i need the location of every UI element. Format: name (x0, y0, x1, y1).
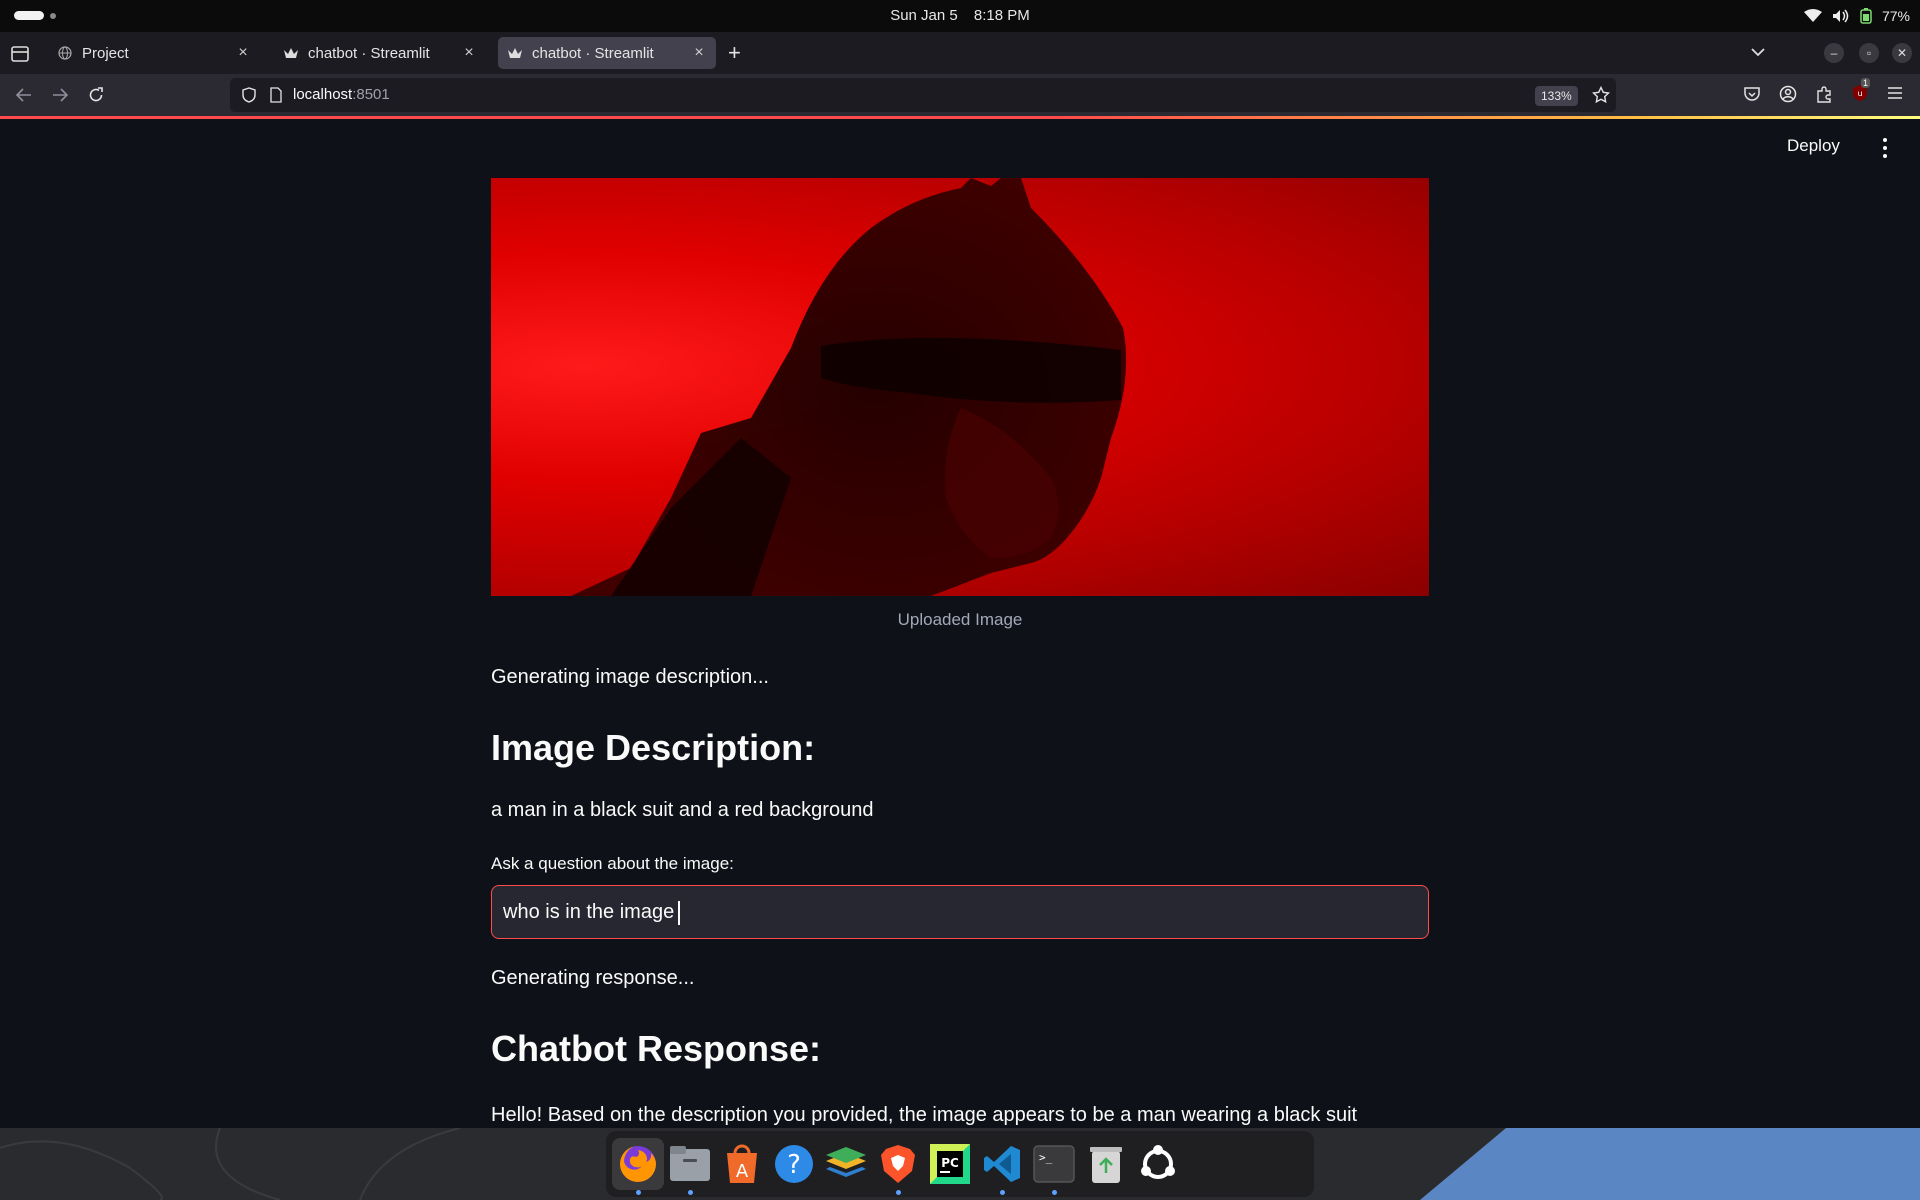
vscode-icon (984, 1146, 1020, 1182)
back-button[interactable] (14, 85, 34, 105)
bookmark-star-icon[interactable] (1592, 86, 1610, 104)
wifi-icon (1803, 9, 1822, 22)
volume-icon (1832, 9, 1849, 23)
url-port: :8501 (352, 86, 390, 103)
arrow-right-icon (53, 88, 68, 102)
extension-badge-count: 1 (1861, 78, 1871, 88)
help-icon: ? (775, 1145, 813, 1183)
status-generating-description: Generating image description... (491, 666, 769, 688)
page-info-icon[interactable] (270, 87, 282, 103)
dock-files[interactable] (664, 1138, 716, 1195)
dock-brave[interactable] (872, 1138, 924, 1195)
svg-text:?: ? (787, 1150, 801, 1180)
battery-icon (1860, 8, 1872, 24)
dock-help[interactable]: ? (768, 1138, 820, 1190)
url-text[interactable]: localhost:8501 (293, 78, 390, 112)
dock-trash[interactable] (1080, 1138, 1132, 1190)
globe-icon (58, 46, 72, 60)
tab-label: Project (82, 44, 129, 62)
streamlit-running-bar (0, 116, 1920, 119)
ublock-extension-button[interactable]: u 1 (1850, 78, 1871, 103)
text-caret (678, 900, 681, 925)
browser-tab-strip: Project × chatbot · Streamlit × chatbot … (0, 32, 1920, 74)
ubuntu-icon (1141, 1145, 1175, 1179)
hamburger-menu-icon[interactable] (1886, 85, 1904, 101)
firefox-view-icon[interactable] (10, 44, 30, 64)
chatbot-response-text: Hello! Based on the description you prov… (491, 1104, 1358, 1126)
brave-icon (881, 1145, 915, 1183)
clock[interactable]: Sun Jan 5 8:18 PM (0, 0, 1920, 32)
dock: A ? PC >_ (606, 1131, 1314, 1197)
question-input[interactable]: who is in the image (491, 885, 1429, 939)
pycharm-icon: PC (930, 1144, 970, 1184)
wallpaper-blue-shape (1420, 1128, 1920, 1200)
browser-nav-bar: localhost:8501 133% u 1 (0, 74, 1920, 116)
dock-layers-app[interactable] (820, 1138, 872, 1190)
forward-button[interactable] (50, 85, 70, 105)
dock-pycharm[interactable]: PC (924, 1138, 976, 1190)
dock-show-apps[interactable] (1132, 1138, 1184, 1190)
zoom-level-badge[interactable]: 133% (1535, 86, 1578, 106)
image-description-text: a man in a black suit and a red backgrou… (491, 799, 874, 821)
system-tray[interactable]: 77% (1803, 0, 1910, 32)
terminal-icon: >_ (1033, 1145, 1075, 1183)
chatbot-response-heading: Chatbot Response: (491, 1028, 822, 1069)
dock-vscode[interactable] (976, 1138, 1028, 1195)
question-input-value: who is in the image (503, 901, 675, 923)
dock-terminal[interactable]: >_ (1028, 1138, 1080, 1195)
url-bar[interactable]: localhost:8501 133% (230, 78, 1616, 112)
close-window-button[interactable]: ✕ (1892, 43, 1912, 63)
svg-text:A: A (736, 1161, 749, 1182)
shield-icon[interactable] (242, 87, 256, 103)
chevron-down-icon[interactable] (1750, 46, 1766, 58)
deploy-button[interactable]: Deploy (1787, 136, 1840, 156)
svg-text:u: u (1857, 89, 1862, 98)
url-host: localhost (293, 86, 353, 103)
tab-label: chatbot · Streamlit (532, 44, 654, 62)
trash-icon (1090, 1147, 1122, 1183)
minimize-window-button[interactable]: – (1824, 43, 1844, 63)
silhouette-figure-image (571, 178, 1127, 596)
app-center-icon: A (727, 1144, 757, 1183)
close-tab-icon[interactable]: × (462, 44, 476, 62)
clock-date: Sun Jan 5 (890, 7, 958, 24)
dock-firefox[interactable] (612, 1138, 664, 1195)
tab-label: chatbot · Streamlit (308, 44, 430, 62)
new-tab-button[interactable]: + (728, 42, 741, 64)
pocket-icon[interactable] (1743, 85, 1761, 103)
restore-window-button[interactable]: ▫ (1859, 43, 1879, 63)
files-icon (670, 1146, 710, 1181)
wallpaper-curves (0, 1128, 461, 1200)
battery-percent: 77% (1881, 8, 1910, 24)
image-description-heading: Image Description: (491, 727, 816, 768)
reload-icon (89, 87, 103, 102)
close-tab-icon[interactable]: × (692, 44, 706, 62)
layers-icon (826, 1147, 866, 1177)
streamlit-crown-icon (508, 46, 522, 60)
streamlit-crown-icon (284, 46, 298, 60)
app-main-column: Uploaded Image Generating image descript… (491, 178, 1429, 1127)
extensions-puzzle-icon[interactable] (1815, 85, 1833, 103)
svg-text:>_: >_ (1039, 1151, 1053, 1164)
tab-chatbot-1[interactable]: chatbot · Streamlit × (274, 37, 486, 69)
close-tab-icon[interactable]: × (236, 44, 250, 62)
svg-text:PC: PC (941, 1156, 959, 1170)
image-caption: Uploaded Image (897, 610, 1023, 629)
arrow-left-icon (16, 88, 31, 102)
uploaded-image (491, 178, 1429, 596)
main-menu-button[interactable] (1882, 138, 1888, 158)
account-icon[interactable] (1779, 85, 1797, 103)
dock-app-center[interactable]: A (716, 1138, 768, 1190)
tab-project[interactable]: Project × (48, 37, 260, 69)
system-top-bar: Sun Jan 5 8:18 PM 77% (0, 0, 1920, 32)
status-generating-response: Generating response... (491, 967, 695, 989)
clock-time: 8:18 PM (973, 7, 1030, 24)
question-input-label: Ask a question about the image: (491, 854, 734, 873)
reload-button[interactable] (86, 85, 106, 105)
tab-chatbot-active[interactable]: chatbot · Streamlit × (498, 37, 716, 69)
firefox-icon (620, 1146, 656, 1182)
